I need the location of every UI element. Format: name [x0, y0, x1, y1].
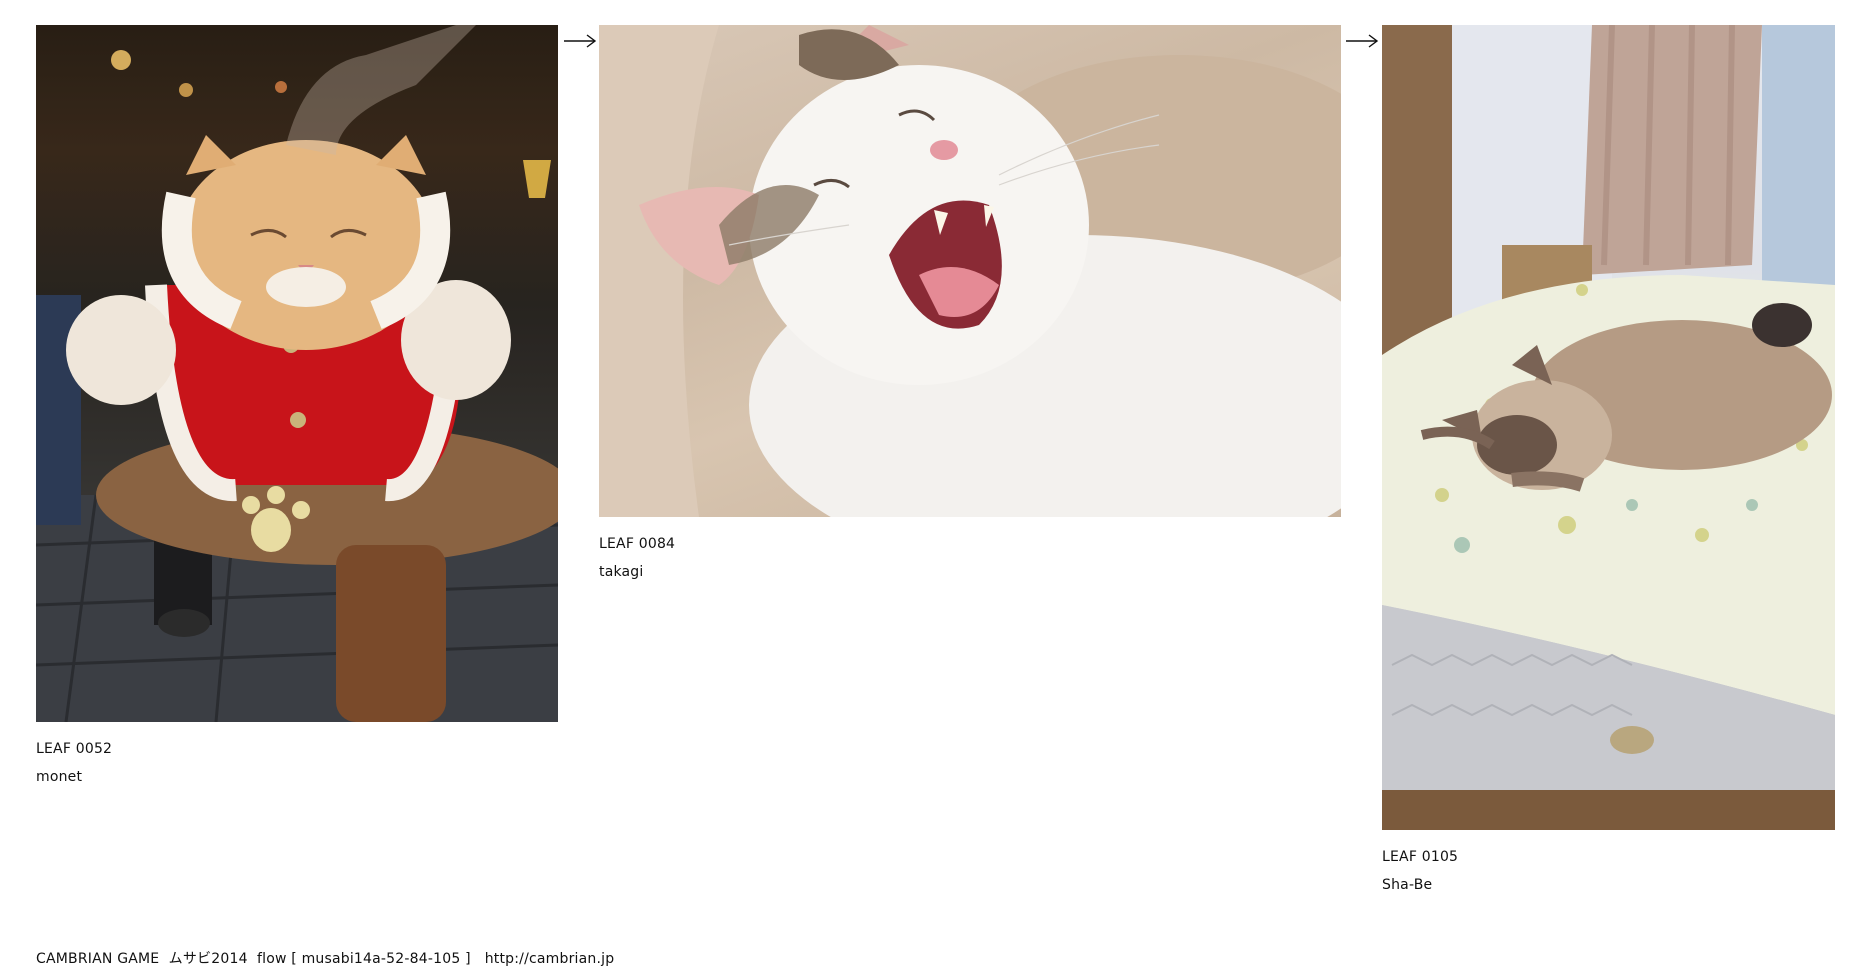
- leaf-0084: LEAF 0084 takagi: [599, 25, 1341, 586]
- right-arrow-icon: [564, 34, 597, 48]
- page: LEAF 0052 monet LEAF 0084 takagi LEAF 01…: [0, 0, 1858, 979]
- leaf-0052: LEAF 0052 monet: [36, 25, 558, 791]
- leaf-code: LEAF 0105: [1382, 849, 1459, 865]
- leaf-caption: LEAF 0105 Sha-Be: [1382, 843, 1835, 899]
- right-arrow-icon: [1346, 34, 1379, 48]
- leaf-caption: LEAF 0052 monet: [36, 735, 558, 791]
- leaf-author[interactable]: takagi: [599, 558, 1341, 586]
- leaf-code: LEAF 0084: [599, 536, 676, 552]
- leaf-photo[interactable]: [1382, 25, 1835, 830]
- cat-in-santa-costume-photo: [36, 25, 558, 722]
- leaf-photo[interactable]: [599, 25, 1341, 517]
- leaf-caption: LEAF 0084 takagi: [599, 530, 1341, 586]
- yawning-white-cat-photo: [599, 25, 1341, 517]
- footer-credit: CAMBRIAN GAME ムサビ2014 flow [ musabi14a-5…: [36, 951, 615, 967]
- leaf-code: LEAF 0052: [36, 741, 113, 757]
- sleeping-siamese-cat-photo: [1382, 25, 1835, 830]
- leaf-author[interactable]: monet: [36, 763, 558, 791]
- leaf-author[interactable]: Sha-Be: [1382, 871, 1835, 899]
- leaf-0105: LEAF 0105 Sha-Be: [1382, 25, 1835, 899]
- leaf-photo[interactable]: [36, 25, 558, 722]
